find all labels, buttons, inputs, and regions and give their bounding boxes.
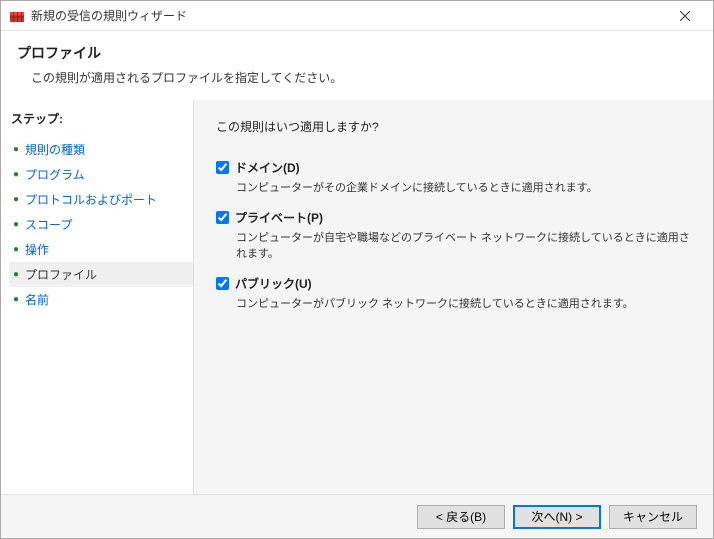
sidebar-heading: ステップ: (11, 110, 193, 127)
bullet-icon: ● (13, 144, 19, 155)
header: プロファイル この規則が適用されるプロファイルを指定してください。 (1, 31, 713, 100)
bullet-icon: ● (13, 169, 19, 180)
firewall-icon (9, 8, 25, 24)
option-label: ドメイン(D) (235, 159, 300, 176)
footer: < 戻る(B) 次へ(N) > キャンセル (1, 494, 713, 538)
close-button[interactable] (665, 2, 705, 30)
next-button[interactable]: 次へ(N) > (513, 505, 601, 529)
bullet-icon: ● (13, 219, 19, 230)
sidebar-step-1[interactable]: ● プログラム (9, 162, 193, 187)
step-label: プロトコルおよびポート (25, 191, 157, 208)
option-row-1: プライベート(P) (216, 209, 691, 226)
main-question: この規則はいつ適用しますか? (216, 118, 691, 135)
option-label: パブリック(U) (235, 275, 312, 292)
option-desc: コンピューターが自宅や職場などのプライベート ネットワークに接続しているときに適… (236, 230, 691, 263)
bullet-icon: ● (13, 194, 19, 205)
option-row-2: パブリック(U) (216, 275, 691, 292)
bullet-icon: ● (13, 269, 19, 280)
step-label: 規則の種類 (25, 141, 85, 158)
window-title: 新規の受信の規則ウィザード (31, 7, 665, 24)
cancel-button[interactable]: キャンセル (609, 505, 697, 529)
body: ステップ: ● 規則の種類 ● プログラム ● プロトコルおよびポート ● スコープ ● 操作 ● プ… (1, 100, 713, 510)
bullet-icon: ● (13, 294, 19, 305)
step-label: プログラム (25, 166, 85, 183)
step-label: 操作 (25, 241, 49, 258)
option-desc: コンピューターがパブリック ネットワークに接続しているときに適用されます。 (236, 296, 691, 313)
main-panel: この規則はいつ適用しますか? ドメイン(D) コンピューターがその企業ドメインに接… (193, 100, 713, 510)
page-title: プロファイル (17, 43, 697, 63)
step-label: スコープ (25, 216, 72, 233)
sidebar-step-0[interactable]: ● 規則の種類 (9, 137, 193, 162)
sidebar-step-6[interactable]: ● 名前 (9, 287, 193, 312)
option-checkbox-1[interactable] (216, 211, 229, 224)
sidebar-step-2[interactable]: ● プロトコルおよびポート (9, 187, 193, 212)
bullet-icon: ● (13, 244, 19, 255)
sidebar-step-4[interactable]: ● 操作 (9, 237, 193, 262)
sidebar-step-3[interactable]: ● スコープ (9, 212, 193, 237)
step-label: プロファイル (25, 266, 97, 283)
option-row-0: ドメイン(D) (216, 159, 691, 176)
back-button[interactable]: < 戻る(B) (417, 505, 505, 529)
option-checkbox-0[interactable] (216, 161, 229, 174)
step-label: 名前 (25, 291, 49, 308)
sidebar-step-5[interactable]: ● プロファイル (9, 262, 193, 287)
option-checkbox-2[interactable] (216, 277, 229, 290)
option-desc: コンピューターがその企業ドメインに接続しているときに適用されます。 (236, 180, 691, 197)
page-subtitle: この規則が適用されるプロファイルを指定してください。 (31, 69, 697, 86)
titlebar: 新規の受信の規則ウィザード (1, 1, 713, 31)
close-icon (680, 11, 690, 21)
option-label: プライベート(P) (235, 209, 323, 226)
sidebar: ステップ: ● 規則の種類 ● プログラム ● プロトコルおよびポート ● スコープ ● 操作 ● プ… (1, 100, 193, 510)
